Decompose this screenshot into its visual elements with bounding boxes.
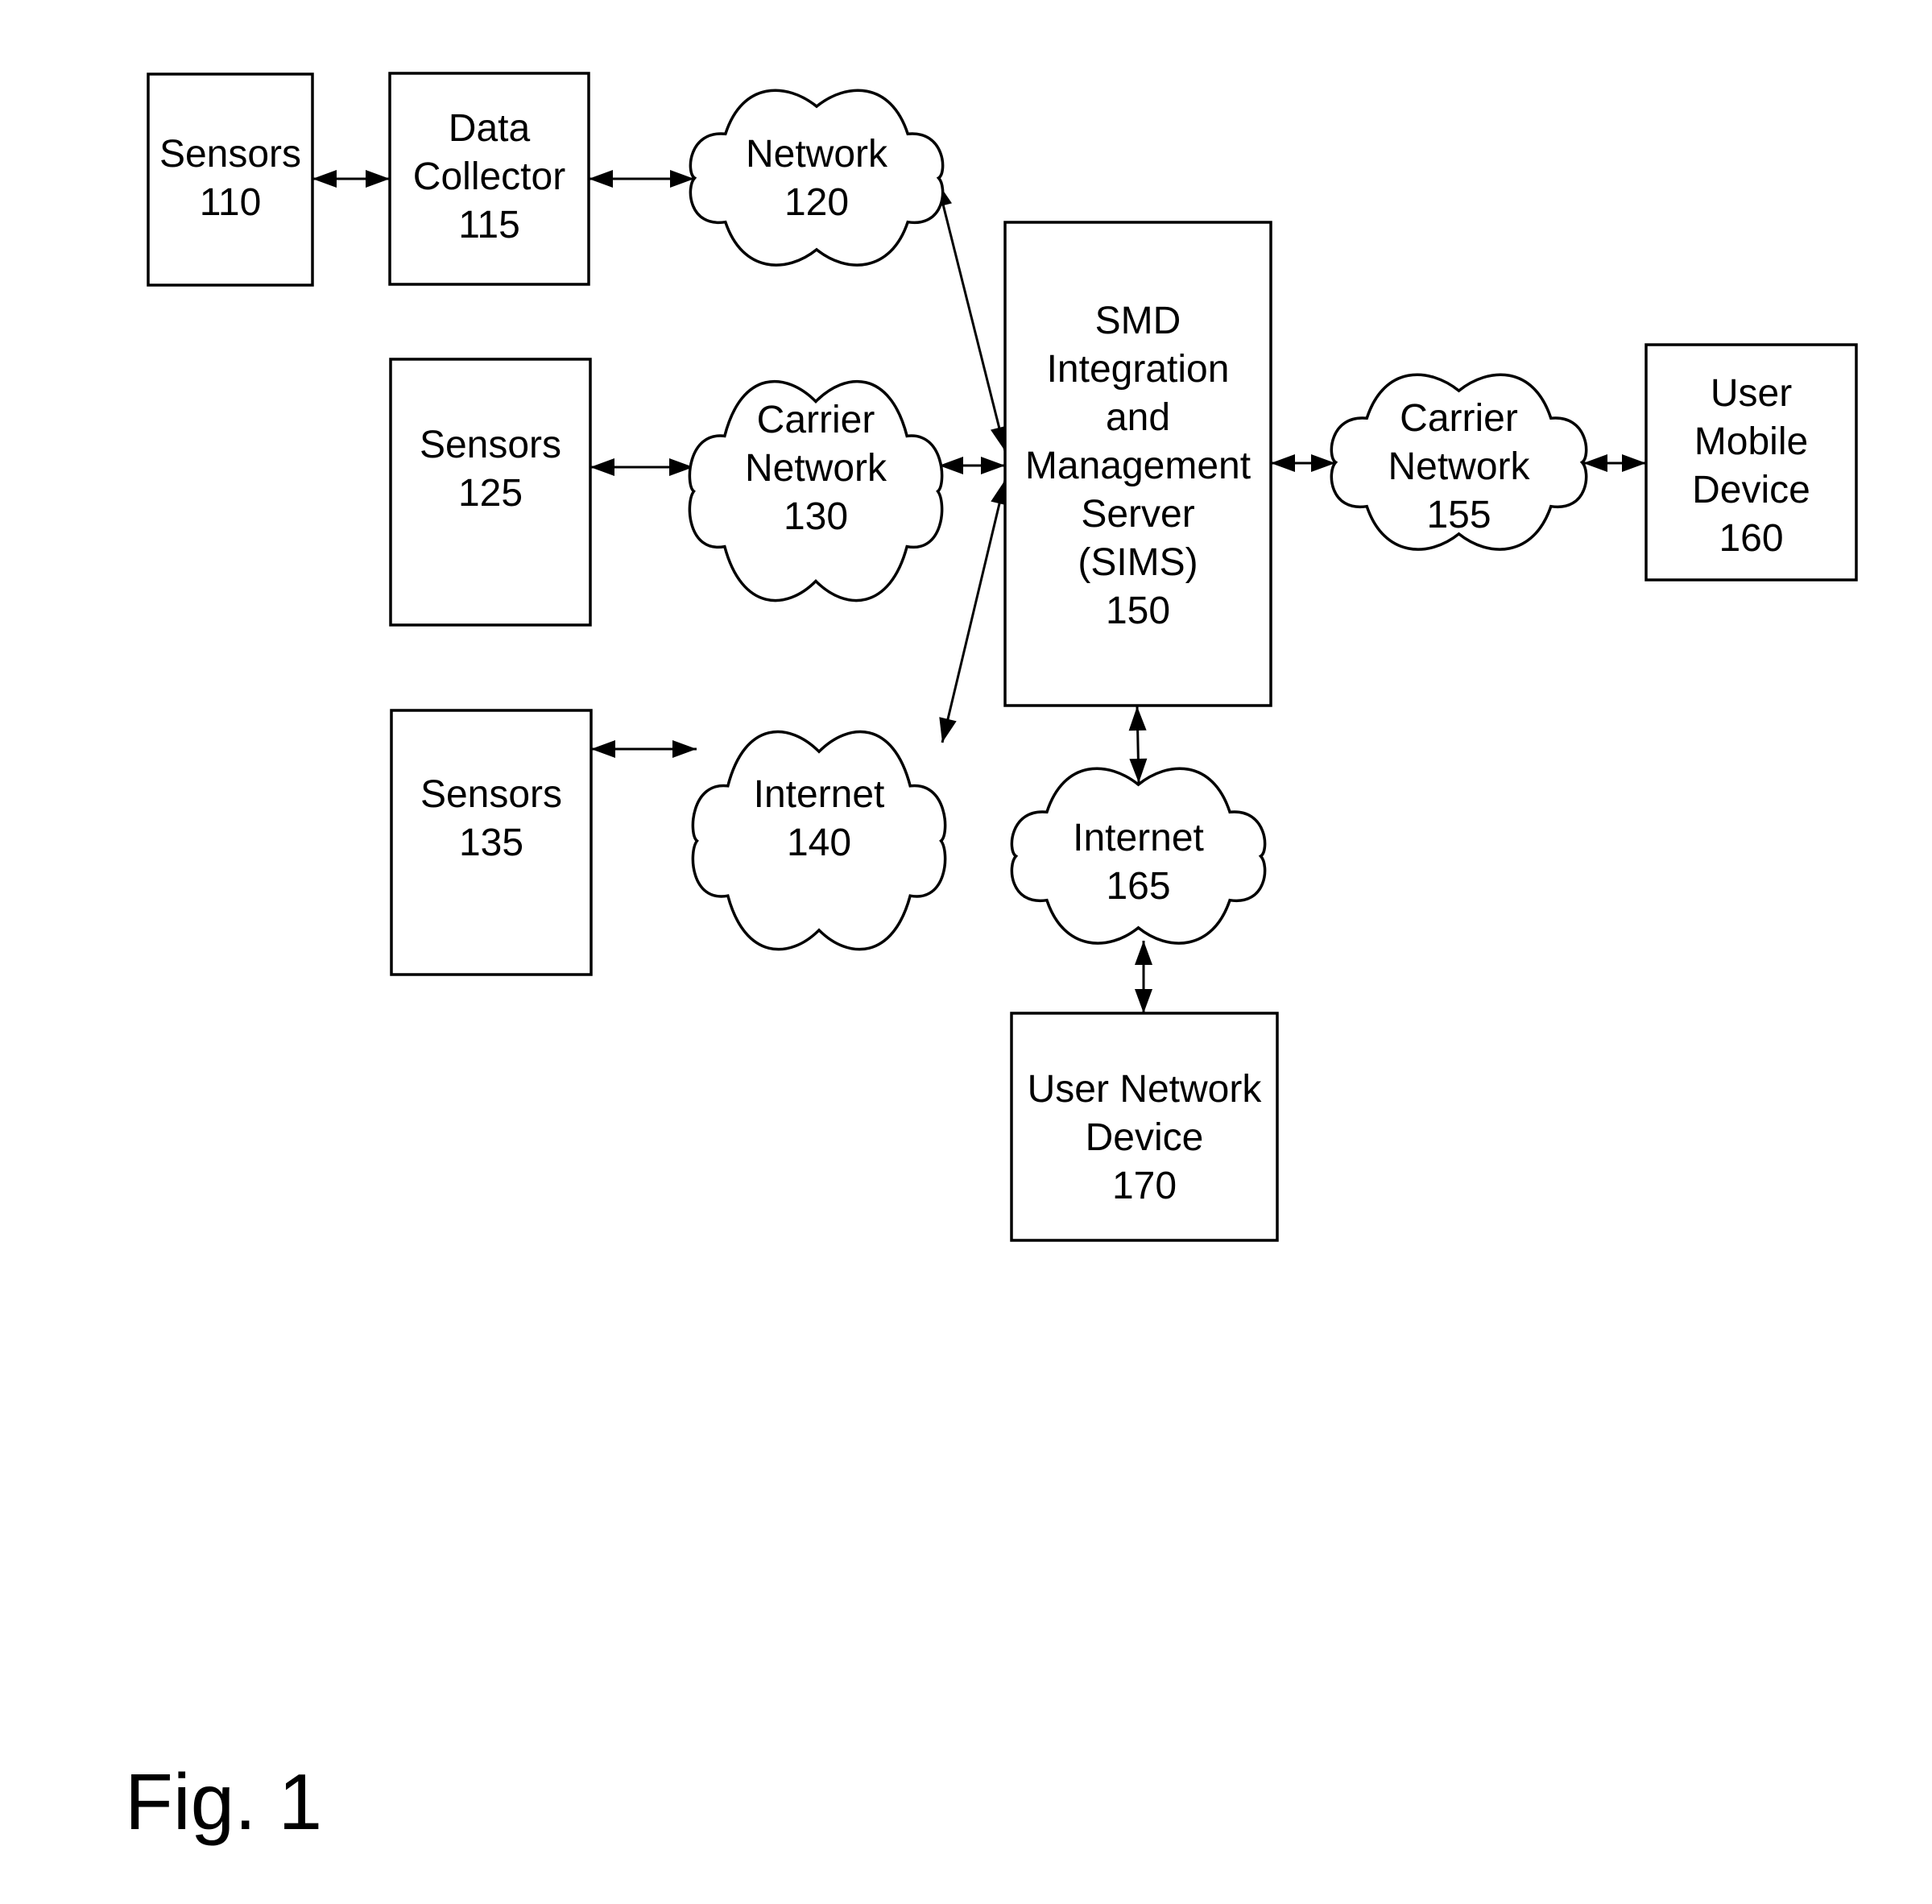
node-label-line: 165: [1106, 865, 1170, 908]
nodes-layer: Sensors 110 Data Collector 115 Network 120 Sens…: [147, 72, 1858, 1242]
node-label-line: Network: [1388, 445, 1530, 488]
node-user-network-device-170: User Network Device 170: [1010, 1012, 1279, 1242]
node-label-line: Collector: [413, 155, 565, 198]
node-data-collector-115: Data Collector 115: [388, 72, 590, 286]
node-label-line: 140: [787, 822, 851, 864]
connector-line: [941, 479, 1007, 743]
arrowhead-icon: [1128, 706, 1147, 731]
node-label-line: Internet: [1073, 817, 1204, 859]
edge-sensors-110-to-data-collector-115: [312, 170, 390, 188]
arrowhead-icon: [981, 457, 1005, 474]
node-label-line: Device: [1086, 1116, 1204, 1159]
node-label-line: Network: [746, 133, 888, 176]
node-label-line: Network: [745, 447, 887, 490]
arrowhead-icon: [1135, 941, 1152, 965]
node-label-line: 135: [459, 822, 523, 864]
arrowhead-icon: [312, 170, 337, 188]
node-label-line: 110: [200, 181, 262, 224]
node-label-line: Mobile: [1694, 420, 1808, 463]
node-label-line: User: [1711, 372, 1792, 415]
edge-data-collector-115-to-network-120: [589, 170, 694, 188]
node-sensors-135: Sensors 135: [390, 709, 593, 976]
node-label-line: Server: [1081, 493, 1194, 536]
arrowhead-icon: [366, 170, 390, 188]
node-label-line: Carrier: [757, 399, 875, 441]
node-label-line: 125: [458, 472, 523, 515]
node-label-line: SMD: [1095, 300, 1181, 342]
node-label-line: Integration: [1047, 348, 1230, 391]
node-label-line: Sensors: [420, 773, 562, 816]
edge-internet-165-to-user-network-device-170: [1135, 941, 1152, 1013]
node-label-line: Data: [449, 107, 531, 150]
node-label-line: 150: [1106, 590, 1170, 632]
node-label-line: and: [1106, 396, 1170, 439]
node-internet-165: Internet 165: [1010, 767, 1267, 945]
edge-network-120-to-sims-150: [934, 181, 1008, 452]
node-label-line: Device: [1692, 469, 1810, 511]
node-label-line: 160: [1719, 517, 1783, 560]
edge-internet-140-to-sims-150: [939, 479, 1008, 743]
node-label-line: 130: [784, 495, 848, 538]
arrowhead-icon: [1583, 454, 1607, 472]
arrowhead-icon: [589, 170, 613, 188]
node-label-line: Internet: [754, 773, 885, 816]
arrowhead-icon: [1135, 989, 1152, 1013]
cloud-shape: [689, 89, 945, 267]
edge-sims-150-to-carrier-network-155: [1271, 454, 1335, 472]
edge-carrier-network-130-to-sims-150: [939, 457, 1005, 474]
node-sensors-125: Sensors 125: [389, 358, 592, 627]
box-shape: [147, 72, 314, 287]
node-internet-140: Internet 140: [691, 730, 947, 951]
edge-sensors-125-to-carrier-network-130: [590, 458, 693, 476]
arrowhead-icon: [590, 458, 614, 476]
node-label-line: (SIMS): [1078, 541, 1198, 584]
arrowhead-icon: [1271, 454, 1295, 472]
edge-sims-150-to-internet-165: [1128, 706, 1148, 784]
figure-label: Fig. 1: [125, 1757, 323, 1846]
edge-sensors-135-to-internet-140: [591, 740, 697, 758]
arrowhead-icon: [672, 740, 697, 758]
node-label-line: Carrier: [1400, 397, 1518, 440]
node-label-line: Management: [1025, 445, 1251, 487]
arrowhead-icon: [939, 717, 957, 743]
node-user-mobile-device-160: User Mobile Device 160: [1644, 343, 1858, 582]
connector-line: [936, 181, 1007, 452]
node-label-line: User Network: [1028, 1068, 1263, 1111]
node-label-line: 120: [784, 181, 849, 224]
node-label-line: 155: [1426, 494, 1491, 536]
node-sensors-110: Sensors 110: [147, 72, 314, 287]
node-sims-150: SMD Integration and Management Server (SIMS) 1…: [1003, 221, 1272, 707]
node-network-120: Network 120: [689, 89, 945, 267]
node-label-line: 115: [458, 204, 520, 246]
system-diagram: Sensors 110 Data Collector 115 Network 120 Sens…: [147, 72, 1858, 1242]
node-carrier-network-155: Carrier Network 155: [1330, 373, 1588, 551]
node-carrier-network-130: Carrier Network 130: [688, 379, 944, 602]
arrowhead-icon: [1622, 454, 1646, 472]
node-label-line: Sensors: [159, 133, 301, 176]
node-label-line: 170: [1112, 1165, 1177, 1207]
edge-carrier-network-155-to-user-mobile-device-160: [1583, 454, 1646, 472]
node-label-line: Sensors: [420, 424, 561, 466]
arrowhead-icon: [591, 740, 615, 758]
